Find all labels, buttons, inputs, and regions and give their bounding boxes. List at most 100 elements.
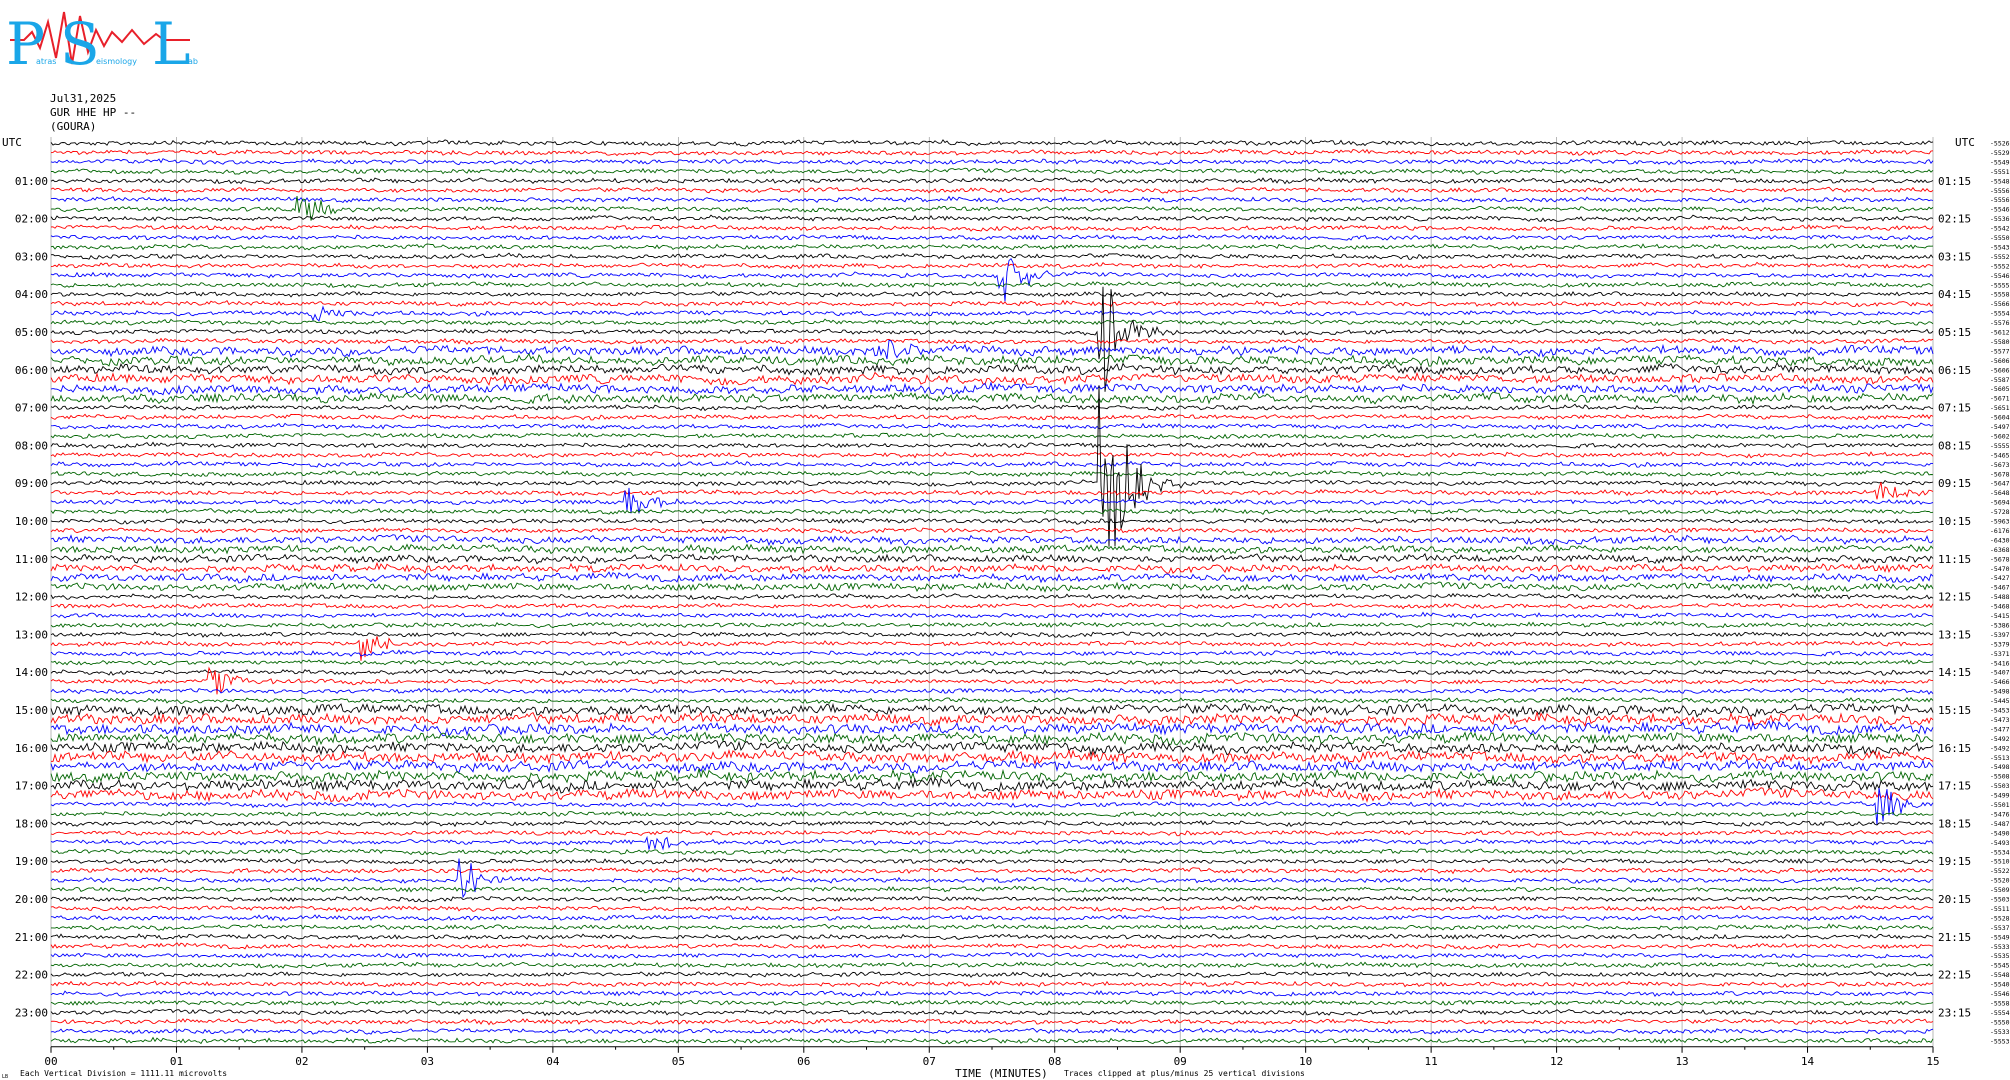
- hour-label-right: 10:15: [1938, 515, 1971, 528]
- seismic-trace: [50, 413, 1934, 421]
- hour-label-right: 15:15: [1938, 704, 1971, 717]
- seismic-trace: [50, 177, 1934, 185]
- trace-offset-value: -6368: [1990, 546, 2010, 554]
- trace-offset-value: -5416: [1990, 659, 2010, 667]
- seismic-trace: [50, 1008, 1934, 1017]
- trace-offset-value: -5498: [1990, 763, 2010, 771]
- trace-offset-value: -5545: [1990, 962, 2010, 970]
- trace-offset-value: -5397: [1990, 631, 2010, 639]
- trace-offset-value: -6430: [1990, 536, 2010, 544]
- hour-label-left: 09:00: [15, 477, 48, 490]
- seismic-trace: [50, 318, 1934, 326]
- hour-label-right: 22:15: [1938, 969, 1971, 982]
- trace-offset-value: -5576: [1990, 319, 2010, 327]
- trace-offset-value: -5466: [1990, 678, 2010, 686]
- seismic-trace: [50, 702, 1934, 718]
- trace-offset-value: -5678: [1990, 470, 2010, 478]
- x-tick-label: 08: [1048, 1055, 1061, 1068]
- trace-offset-value: -5546: [1990, 272, 2010, 280]
- hour-label-right: 02:15: [1938, 213, 1971, 226]
- trace-offset-value: -5555: [1990, 281, 2010, 289]
- trace-offset-value: -5548: [1990, 971, 2010, 979]
- trace-offset-value: -5549: [1990, 933, 2010, 941]
- seismic-trace: [50, 243, 1934, 251]
- seismic-trace: [50, 933, 1934, 941]
- seismic-trace: [50, 989, 1934, 998]
- trace-offset-value: -5498: [1990, 688, 2010, 696]
- trace-offset-value: -5511: [1990, 905, 2010, 913]
- hour-label-right: 11:15: [1938, 553, 1971, 566]
- seismic-trace: [50, 261, 1934, 270]
- seismic-trace: [50, 234, 1934, 241]
- trace-offset-value: -5503: [1990, 782, 2010, 790]
- seismic-trace: [50, 999, 1934, 1007]
- seismic-trace: [50, 299, 1934, 308]
- seismic-trace: [50, 371, 1934, 386]
- trace-offset-value: -5470: [1990, 565, 2010, 573]
- hour-label-right: 19:15: [1938, 855, 1971, 868]
- x-tick-label: 15: [1926, 1055, 1939, 1068]
- seismic-trace: [50, 441, 1934, 449]
- trace-offset-value: -5546: [1990, 990, 2010, 998]
- x-tick-label: 07: [923, 1055, 936, 1068]
- x-tick-label: 03: [421, 1055, 434, 1068]
- hour-label-left: 22:00: [15, 969, 48, 982]
- seismic-trace: [50, 768, 1934, 784]
- trace-offset-value: -5540: [1990, 981, 2010, 989]
- hour-label-left: 10:00: [15, 515, 48, 528]
- hour-label-right: 17:15: [1938, 780, 1971, 793]
- trace-offset-value: -5526: [1990, 140, 2010, 148]
- seismic-trace: [50, 885, 1934, 894]
- trace-offset-value: -5415: [1990, 612, 2010, 620]
- trace-offset-value: -5546: [1990, 206, 2010, 214]
- seismic-trace: [50, 281, 1934, 289]
- seismic-trace: [50, 636, 1934, 661]
- seismic-trace: [50, 158, 1934, 166]
- trace-offset-value: -5587: [1990, 376, 2010, 384]
- hour-label-left: 23:00: [15, 1006, 48, 1019]
- trace-offset-value: -5648: [1990, 489, 2010, 497]
- seismic-trace: [50, 835, 1934, 851]
- trace-offset-value: -5513: [1990, 754, 2010, 762]
- hour-label-left: 21:00: [15, 931, 48, 944]
- hour-label-left: 16:00: [15, 742, 48, 755]
- trace-offset-value: -5606: [1990, 366, 2010, 374]
- trace-offset-value: -5492: [1990, 735, 2010, 743]
- trace-offset-value: -5520: [1990, 877, 2010, 885]
- seismic-trace: [50, 942, 1934, 950]
- hour-label-left: 04:00: [15, 288, 48, 301]
- seismic-trace: [50, 952, 1934, 960]
- utc-label-right: UTC: [1955, 136, 1975, 149]
- trace-offset-value: -5556: [1990, 196, 2010, 204]
- hour-label-right: 05:15: [1938, 326, 1971, 339]
- seismic-trace: [50, 971, 1934, 979]
- trace-offset-value: -5465: [1990, 451, 2010, 459]
- seismic-trace: [50, 914, 1934, 922]
- hour-label-right: 08:15: [1938, 439, 1971, 452]
- trace-offset-value: -5580: [1990, 338, 2010, 346]
- trace-offset-value: -5558: [1990, 291, 2010, 299]
- x-tick-label: 12: [1550, 1055, 1563, 1068]
- x-tick-label: 11: [1425, 1055, 1438, 1068]
- seismic-trace: [50, 711, 1934, 728]
- x-tick-label: 02: [295, 1055, 308, 1068]
- trace-offset-value: -5647: [1990, 480, 2010, 488]
- trace-offset-value: -5556: [1990, 187, 2010, 195]
- trace-offset-value: -5379: [1990, 640, 2010, 648]
- seismic-trace: [50, 290, 1934, 298]
- seismic-trace: [50, 867, 1934, 875]
- trace-offset-value: -5604: [1990, 414, 2010, 422]
- hour-label-left: 07:00: [15, 402, 48, 415]
- seismic-trace: [51, 305, 1934, 322]
- x-tick-label: 00: [44, 1055, 57, 1068]
- hour-label-left: 01:00: [15, 175, 48, 188]
- trace-offset-value: -5371: [1990, 650, 2010, 658]
- x-tick-label: 10: [1299, 1055, 1312, 1068]
- seismic-trace: [50, 731, 1934, 747]
- x-tick-label: 06: [797, 1055, 810, 1068]
- trace-offset-value: -5606: [1990, 357, 2010, 365]
- trace-offset-value: -5509: [1990, 886, 2010, 894]
- trace-offset-value: -5602: [1990, 432, 2010, 440]
- trace-offset-value: -5533: [1990, 1028, 2010, 1036]
- seismic-trace: [50, 561, 1934, 574]
